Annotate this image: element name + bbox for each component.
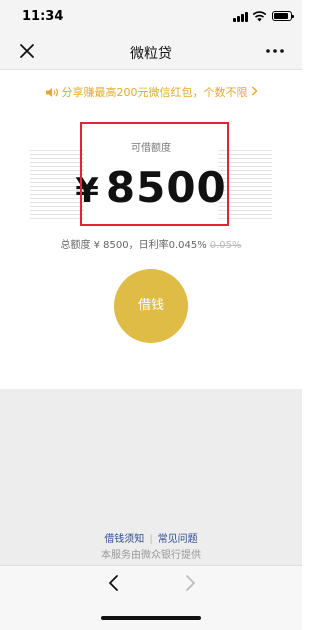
promo-banner[interactable]: 分享赚最高200元微信红包，个数不限 bbox=[0, 84, 302, 100]
borrow-notice-link[interactable]: 借钱须知 bbox=[104, 534, 144, 545]
provider-text: 本服务由微众银行提供 bbox=[101, 550, 201, 561]
signal-icon bbox=[233, 12, 249, 22]
footer-links: 借钱须知 | 常见问题 bbox=[0, 530, 302, 545]
faq-link[interactable]: 常见问题 bbox=[158, 534, 198, 545]
wifi-icon bbox=[252, 11, 267, 22]
total-quota-text: 总额度 ¥ 8500，日利率0.045% bbox=[60, 240, 207, 251]
chevron-right-icon bbox=[251, 86, 257, 96]
more-dots-icon[interactable] bbox=[262, 42, 288, 60]
page-title: 微粒贷 bbox=[130, 46, 172, 62]
bottom-toolbar bbox=[0, 565, 302, 630]
promo-text: 分享赚最高200元微信红包，个数不限 bbox=[61, 86, 248, 99]
highlight-box bbox=[80, 122, 229, 226]
chevron-right-icon[interactable] bbox=[180, 573, 200, 593]
total-quota-line: 总额度 ¥ 8500，日利率0.045% 0.05% bbox=[0, 236, 302, 251]
status-time: 11:34 bbox=[22, 9, 64, 24]
borrow-button[interactable]: 借钱 bbox=[114, 269, 188, 343]
home-indicator bbox=[101, 616, 201, 620]
chevron-left-icon[interactable] bbox=[104, 573, 124, 593]
link-divider: | bbox=[149, 534, 153, 545]
old-rate: 0.05% bbox=[209, 240, 242, 251]
speaker-icon bbox=[45, 88, 58, 97]
battery-icon bbox=[272, 11, 294, 21]
